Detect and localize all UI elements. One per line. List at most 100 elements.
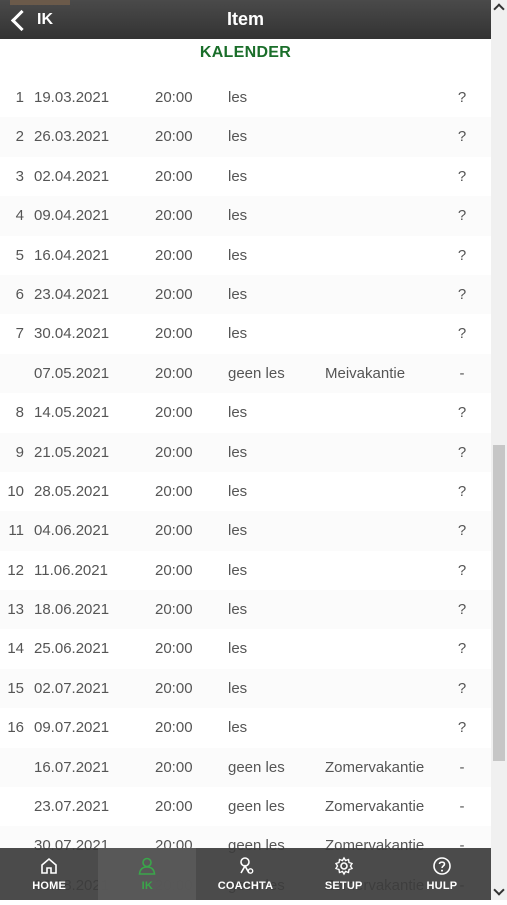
calendar-row[interactable]: 3 02.04.2021 20:00 les? — [0, 157, 491, 196]
row-status: ? — [457, 522, 467, 540]
row-status: ? — [457, 719, 467, 737]
calendar-row[interactable]: 1 19.03.2021 20:00 les? — [0, 78, 491, 117]
row-time: 20:00 — [155, 325, 193, 343]
row-type: les — [228, 719, 248, 737]
row-number: 9 — [15, 443, 24, 461]
row-status: ? — [457, 89, 467, 106]
row-type: les — [228, 679, 248, 697]
row-status: ? — [457, 561, 467, 579]
top-bar: IK Item — [0, 0, 491, 39]
row-date: 25.06.2021 — [34, 640, 110, 658]
row-number: 1 — [15, 89, 24, 106]
row-type: les — [228, 167, 248, 185]
page-title: Item — [226, 9, 264, 29]
row-date: 23.04.2021 — [34, 285, 110, 303]
calendar-row[interactable]: 7 30.04.2021 20:00 les? — [0, 314, 491, 353]
calendar-row[interactable]: 8 14.05.2021 20:00 les? — [0, 393, 491, 432]
calendar-row[interactable]: 4 09.04.2021 20:00 les? — [0, 196, 491, 236]
calendar-row[interactable]: 16.07.2021 20:00 geen les Zomervakantie - — [0, 747, 491, 788]
nav-coachta[interactable]: COACHTA — [196, 848, 294, 900]
calendar-row[interactable]: 07.05.2021 20:00 geen les Meivakantie - — [0, 353, 491, 394]
row-time: 20:00 — [155, 404, 193, 422]
row-note: Zomervakantie — [325, 758, 425, 776]
scrollbar[interactable] — [491, 0, 507, 900]
nav-ik-label: IK — [141, 880, 153, 892]
row-status: ? — [457, 404, 467, 422]
row-time: 20:00 — [155, 719, 193, 737]
row-date: 02.04.2021 — [34, 167, 110, 185]
row-status: - — [459, 758, 465, 776]
row-note: Meivakantie — [325, 364, 406, 382]
nav-setup-label: SETUP — [324, 880, 363, 892]
scroll-up-icon[interactable] — [493, 3, 505, 15]
row-note: Zomervakantie — [325, 798, 425, 816]
row-status: ? — [457, 128, 467, 146]
calendar-row[interactable]: 6 23.04.2021 20:00 les? — [0, 274, 491, 315]
row-number: 3 — [15, 167, 24, 185]
row-type: les — [228, 246, 248, 264]
row-date: 16.07.2021 — [34, 758, 110, 776]
calendar-row[interactable]: 12 11.06.2021 20:00 les? — [0, 551, 491, 590]
row-time: 20:00 — [155, 89, 193, 106]
row-date: 09.04.2021 — [34, 207, 110, 225]
row-type: les — [228, 640, 248, 658]
row-number: 4 — [15, 207, 24, 225]
row-date: 07.05.2021 — [34, 364, 110, 382]
row-status: ? — [457, 325, 467, 343]
row-time: 20:00 — [155, 601, 193, 619]
row-date: 23.07.2021 — [34, 798, 110, 816]
gear-icon — [334, 856, 353, 876]
row-time: 20:00 — [155, 758, 193, 776]
row-number: 5 — [15, 246, 24, 264]
nav-setup[interactable]: SETUP — [295, 848, 393, 900]
calendar-row[interactable]: 15 02.07.2021 20:00 les? — [0, 668, 491, 709]
nav-home-label: HOME — [32, 880, 66, 892]
section-title: KALENDER — [199, 44, 292, 61]
row-type: les — [228, 404, 248, 422]
calendar-row[interactable]: 23.07.2021 20:00 geen les Zomervakantie - — [0, 787, 491, 826]
row-type: les — [228, 482, 248, 500]
nav-hulp-label: HULP — [426, 880, 458, 892]
row-number: 12 — [7, 561, 24, 579]
scrollbar-thumb[interactable] — [493, 445, 505, 761]
row-date: 28.05.2021 — [34, 482, 110, 500]
row-date: 11.06.2021 — [34, 561, 108, 579]
row-type: les — [228, 128, 248, 146]
row-date: 04.06.2021 — [34, 522, 110, 540]
calendar-row[interactable]: 2 26.03.2021 20:00 les? — [0, 117, 491, 157]
row-number: 2 — [15, 128, 24, 146]
row-time: 20:00 — [155, 522, 193, 540]
row-number: 15 — [7, 679, 24, 697]
calendar-row[interactable]: 9 21.05.2021 20:00 les? — [0, 432, 491, 472]
calendar-row[interactable]: 13 18.06.2021 20:00 les? — [0, 590, 491, 630]
row-number: 13 — [7, 601, 24, 619]
row-number: 7 — [15, 325, 24, 343]
row-number: 8 — [15, 404, 24, 422]
calendar-row[interactable]: 10 28.05.2021 20:00 les? — [0, 472, 491, 511]
row-status: ? — [457, 679, 467, 697]
row-type: les — [228, 522, 248, 540]
row-time: 20:00 — [155, 679, 193, 697]
calendar-row[interactable]: 5 16.04.2021 20:00 les? — [0, 236, 491, 275]
nav-hulp[interactable]: HULP — [393, 848, 491, 900]
row-type: geen les — [228, 798, 285, 816]
nav-home[interactable]: HOME — [0, 848, 98, 900]
calendar-row[interactable]: 11 04.06.2021 20:00 les? — [0, 511, 491, 551]
row-type: les — [228, 443, 248, 461]
row-date: 26.03.2021 — [34, 128, 110, 146]
scroll-down-icon[interactable] — [493, 884, 505, 896]
row-type: les — [228, 285, 248, 303]
calendar-row[interactable]: 14 25.06.2021 20:00 les? — [0, 629, 491, 668]
row-date: 02.07.2021 — [34, 679, 110, 697]
row-status: ? — [457, 482, 467, 500]
row-time: 20:00 — [155, 798, 193, 816]
row-status: - — [459, 798, 465, 816]
row-type: les — [228, 561, 248, 579]
row-number: 6 — [15, 285, 24, 303]
user-icon — [138, 857, 156, 875]
nav-ik[interactable]: IK — [98, 848, 197, 900]
row-type: les — [228, 325, 248, 343]
calendar-row[interactable]: 16 09.07.2021 20:00 les? — [0, 708, 491, 747]
bottom-nav: HOME IK COACHTA SETUP HULP — [0, 848, 491, 900]
row-type: les — [228, 89, 248, 106]
